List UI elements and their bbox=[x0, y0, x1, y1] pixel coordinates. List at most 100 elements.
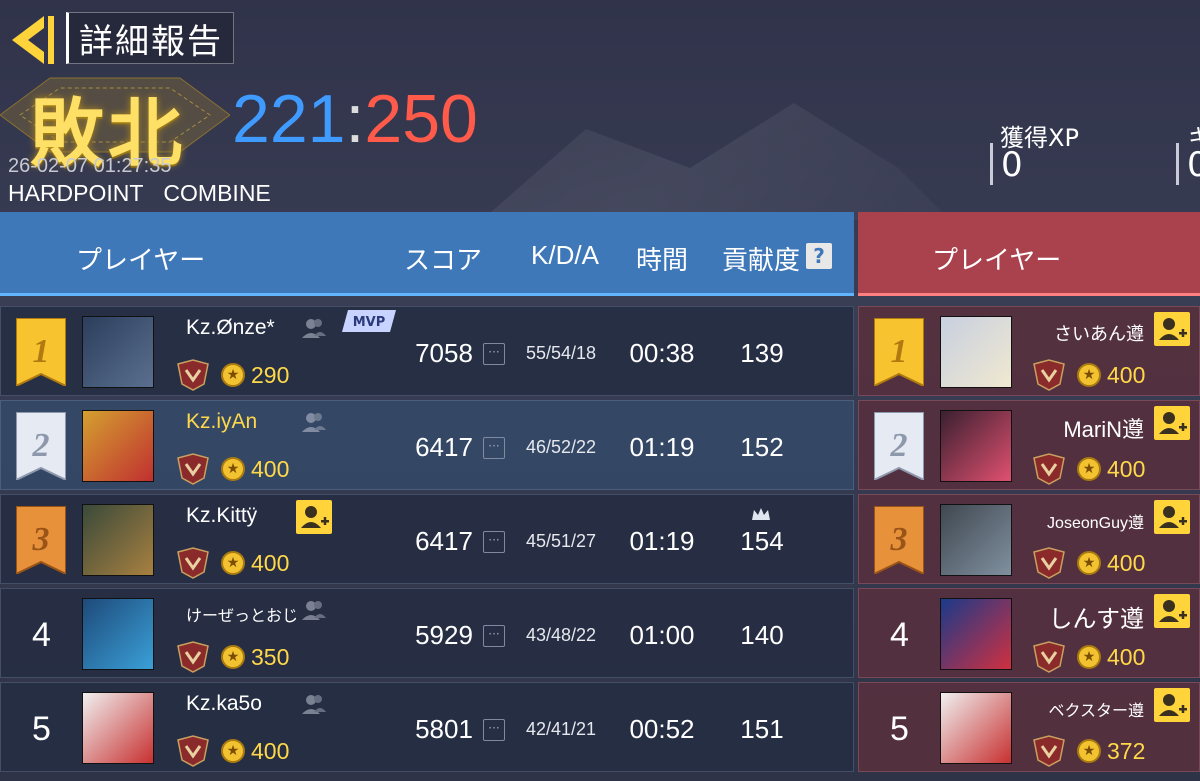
player-name[interactable]: JoseonGuy遵 bbox=[1047, 509, 1144, 533]
coin-value: 400 bbox=[251, 738, 290, 764]
column-contribution: 貢献度 bbox=[722, 246, 801, 276]
player-avatar[interactable] bbox=[82, 692, 154, 764]
player-name[interactable]: Kz.Kittÿ bbox=[186, 504, 257, 528]
player-name[interactable]: けーぜっとおじ bbox=[186, 602, 298, 626]
svg-text:1: 1 bbox=[33, 333, 50, 370]
player-time: 00:52 bbox=[629, 714, 695, 744]
coin-icon: ★ bbox=[221, 363, 245, 387]
player-avatar[interactable] bbox=[940, 692, 1012, 764]
add-friend-button[interactable] bbox=[1154, 500, 1190, 534]
chat-icon[interactable]: ··· bbox=[483, 719, 505, 741]
player-score: 6417 bbox=[415, 526, 473, 556]
coin-icon: ★ bbox=[1077, 645, 1101, 669]
player-avatar[interactable] bbox=[82, 598, 154, 670]
player-time: 00:38 bbox=[629, 338, 695, 368]
column-kda: K/D/A bbox=[531, 240, 599, 270]
player-name[interactable]: MariN遵 bbox=[1063, 412, 1144, 444]
svg-text:3: 3 bbox=[32, 521, 50, 558]
chat-icon[interactable]: ··· bbox=[483, 531, 505, 553]
player-kda: 42/41/21 bbox=[526, 719, 597, 739]
score-left: 221 bbox=[232, 81, 346, 157]
coin-value: 400 bbox=[251, 550, 290, 576]
friend-icon[interactable] bbox=[302, 598, 326, 622]
player-avatar[interactable] bbox=[82, 410, 154, 482]
table-row[interactable] bbox=[858, 682, 1200, 772]
player-kda: 45/51/27 bbox=[526, 531, 597, 551]
player-avatar[interactable] bbox=[940, 504, 1012, 576]
crown-icon bbox=[752, 508, 770, 520]
rank-number: 5 bbox=[32, 710, 51, 748]
coin-icon: ★ bbox=[1077, 457, 1101, 481]
player-kda: 46/52/22 bbox=[526, 437, 597, 457]
player-avatar[interactable] bbox=[940, 598, 1012, 670]
chat-icon[interactable]: ··· bbox=[483, 625, 505, 647]
rank-emblem-icon bbox=[177, 359, 209, 391]
player-name[interactable]: Kz.ka5o bbox=[186, 692, 262, 716]
coin-value: 400 bbox=[1107, 550, 1146, 576]
add-friend-button[interactable] bbox=[1154, 312, 1190, 346]
coin-value: 350 bbox=[251, 644, 290, 670]
player-score: 5929 bbox=[415, 620, 473, 650]
player-score: 6417 bbox=[415, 432, 473, 462]
player-avatar[interactable] bbox=[940, 316, 1012, 388]
column-player-right: プレイヤー bbox=[932, 246, 1062, 276]
player-name[interactable]: ベクスター遵 bbox=[1048, 697, 1144, 721]
rank-emblem-icon bbox=[1033, 359, 1065, 391]
rank-ribbon-icon: 1 bbox=[874, 318, 924, 386]
coin-value: 400 bbox=[1107, 456, 1146, 482]
add-friend-icon bbox=[1159, 694, 1187, 716]
add-friend-button[interactable] bbox=[1154, 688, 1190, 722]
player-time: 01:19 bbox=[629, 526, 695, 556]
player-contribution: 152 bbox=[740, 432, 784, 462]
player-name[interactable]: さいあん遵 bbox=[1054, 320, 1144, 346]
player-name[interactable]: Kz.iyAn bbox=[186, 410, 257, 434]
coin-value: 400 bbox=[1107, 644, 1146, 670]
player-contribution: 140 bbox=[740, 620, 784, 650]
rank-emblem-icon bbox=[177, 453, 209, 485]
coin-value: 400 bbox=[251, 456, 290, 482]
chat-icon[interactable]: ··· bbox=[483, 343, 505, 365]
rank-ribbon-icon: 1 bbox=[16, 318, 66, 386]
player-contribution: 154 bbox=[740, 526, 784, 556]
rank-ribbon-icon: 3 bbox=[874, 506, 924, 574]
svg-text:3: 3 bbox=[890, 521, 908, 558]
rank-number: 5 bbox=[890, 710, 909, 748]
coin-icon: ★ bbox=[1077, 363, 1101, 387]
add-friend-button[interactable] bbox=[1154, 406, 1190, 440]
svg-text:1: 1 bbox=[891, 333, 908, 370]
rank-ribbon-icon: 3 bbox=[16, 506, 66, 574]
player-score: 5801 bbox=[415, 714, 473, 744]
rank-number: 4 bbox=[890, 616, 909, 654]
back-arrow-icon[interactable] bbox=[4, 12, 60, 68]
coin-value: 372 bbox=[1107, 738, 1146, 764]
add-friend-icon bbox=[1159, 412, 1187, 434]
player-name[interactable]: しんす遵 bbox=[1048, 599, 1144, 634]
coin-icon: ★ bbox=[221, 739, 245, 763]
player-name[interactable]: Kz.Ønze* bbox=[186, 316, 275, 340]
match-mode: HARDPOINT COMBINE bbox=[8, 180, 271, 206]
friend-icon[interactable] bbox=[302, 410, 326, 434]
friend-icon[interactable] bbox=[302, 692, 326, 716]
player-avatar[interactable] bbox=[82, 316, 154, 388]
add-friend-button[interactable] bbox=[296, 500, 332, 534]
coin-value: 400 bbox=[1107, 362, 1146, 388]
column-score: スコア bbox=[404, 246, 483, 276]
extra-stat-value: 0 bbox=[1176, 143, 1200, 185]
rank-emblem-icon bbox=[177, 735, 209, 767]
column-time: 時間 bbox=[636, 246, 689, 276]
player-contribution: 151 bbox=[740, 714, 784, 744]
coin-icon: ★ bbox=[221, 551, 245, 575]
chat-icon[interactable]: ··· bbox=[483, 437, 505, 459]
page-title: 詳細報告 bbox=[66, 12, 234, 64]
add-friend-icon bbox=[1159, 506, 1187, 528]
friend-icon[interactable] bbox=[302, 316, 326, 340]
rank-number: 4 bbox=[32, 616, 51, 654]
add-friend-button[interactable] bbox=[1154, 594, 1190, 628]
add-friend-icon bbox=[1159, 600, 1187, 622]
player-kda: 55/54/18 bbox=[526, 343, 597, 363]
player-avatar[interactable] bbox=[82, 504, 154, 576]
help-icon[interactable]: ? bbox=[806, 243, 832, 269]
table-row[interactable] bbox=[858, 588, 1200, 678]
player-avatar[interactable] bbox=[940, 410, 1012, 482]
rank-emblem-icon bbox=[177, 641, 209, 673]
